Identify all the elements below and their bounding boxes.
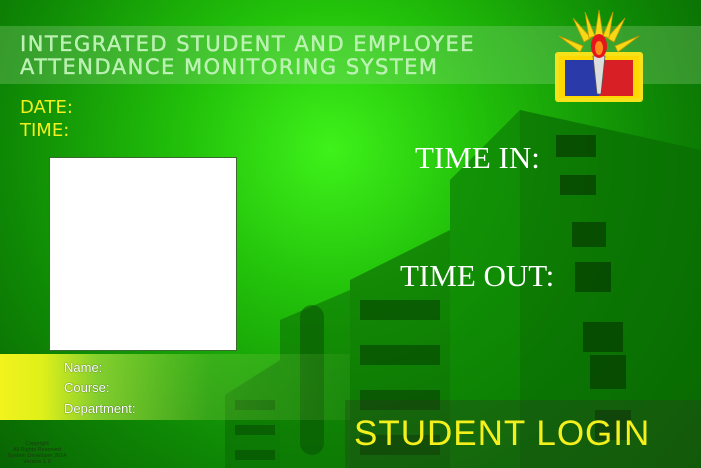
student-photo-frame (49, 157, 237, 351)
student-login-heading: STUDENT LOGIN (354, 414, 651, 453)
department-label: Department: (64, 401, 136, 416)
student-info-band (0, 354, 350, 420)
school-seal-logo (555, 9, 643, 102)
copyright-line4: Version 1.0 (23, 459, 51, 465)
system-title-line2: ATTENDANCE MONITORING SYSTEM (20, 55, 439, 79)
time-label: TIME: (20, 120, 70, 141)
time-out-label: TIME OUT: (400, 258, 555, 293)
copyright-text: Copyright All Rights Reserved System Dev… (2, 441, 72, 465)
course-label: Course: (64, 380, 110, 395)
date-label: DATE: (20, 97, 73, 118)
time-in-label: TIME IN: (415, 140, 540, 175)
name-label: Name: (64, 360, 103, 375)
system-title-line1: INTEGRATED STUDENT AND EMPLOYEE (20, 32, 476, 56)
attendance-screen: INTEGRATED STUDENT AND EMPLOYEE ATTENDAN… (0, 0, 701, 468)
